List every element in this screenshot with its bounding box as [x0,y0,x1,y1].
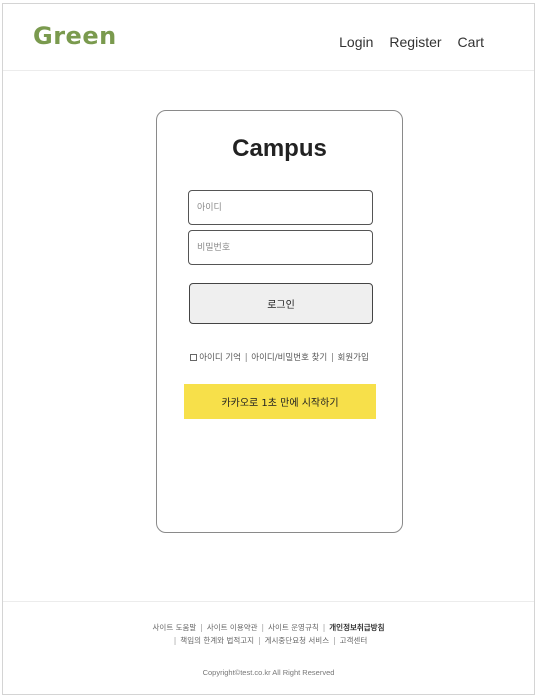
separator: | [330,353,334,363]
page-frame: Green Login Register Cart Campus 로그인 아이디… [2,3,535,695]
login-button[interactable]: 로그인 [189,283,373,324]
login-title: Campus [232,135,327,162]
top-nav: Login Register Cart [339,34,484,50]
separator: | [333,636,336,645]
footer-divider [3,601,534,602]
footer-terms-link[interactable]: 사이트 이용약관 [207,623,258,632]
site-header: Green Login Register Cart [3,4,534,71]
footer-support-link[interactable]: 고객센터 [340,636,368,645]
footer-links-row-2: | 책임의 한계와 법적고지 | 게시중단요청 서비스 | 고객센터 [3,635,534,646]
footer-help-link[interactable]: 사이트 도움말 [153,623,197,632]
footer-legal-link[interactable]: 책임의 한계와 법적고지 [180,636,254,645]
kakao-login-button[interactable]: 카카오로 1초 만에 시작하기 [184,384,376,419]
remember-id-label: 아이디 기억 [199,353,241,363]
signup-link[interactable]: 회원가입 [338,353,369,363]
copyright-text: Copyright©test.co.kr All Right Reserved [202,668,335,677]
separator: | [258,636,261,645]
separator: | [322,623,326,632]
separator: | [200,623,203,632]
id-input[interactable] [188,190,373,225]
separator: | [244,353,248,363]
footer-links-row-1: 사이트 도움말 | 사이트 이용약관 | 사이트 운영규칙 | 개인정보취급방침 [3,622,534,633]
nav-register-link[interactable]: Register [389,34,441,50]
footer-privacy-link[interactable]: 개인정보취급방침 [329,623,384,632]
checkbox-icon[interactable] [190,354,198,361]
separator: | [173,636,177,645]
footer-takedown-link[interactable]: 게시중단요청 서비스 [265,636,329,645]
nav-login-link[interactable]: Login [339,34,373,50]
footer-rules-link[interactable]: 사이트 운영규칙 [268,623,319,632]
login-options: 아이디 기억 | 아이디/비밀번호 찾기 | 회원가입 [157,351,402,363]
remember-id-checkbox[interactable]: 아이디 기억 [190,353,241,363]
nav-cart-link[interactable]: Cart [458,34,484,50]
login-card: Campus 로그인 아이디 기억 | 아이디/비밀번호 찾기 | 회원가입 카… [156,110,403,533]
password-input[interactable] [188,230,373,265]
separator: | [261,623,265,632]
find-account-link[interactable]: 아이디/비밀번호 찾기 [251,353,327,363]
site-logo[interactable]: Green [33,22,117,50]
